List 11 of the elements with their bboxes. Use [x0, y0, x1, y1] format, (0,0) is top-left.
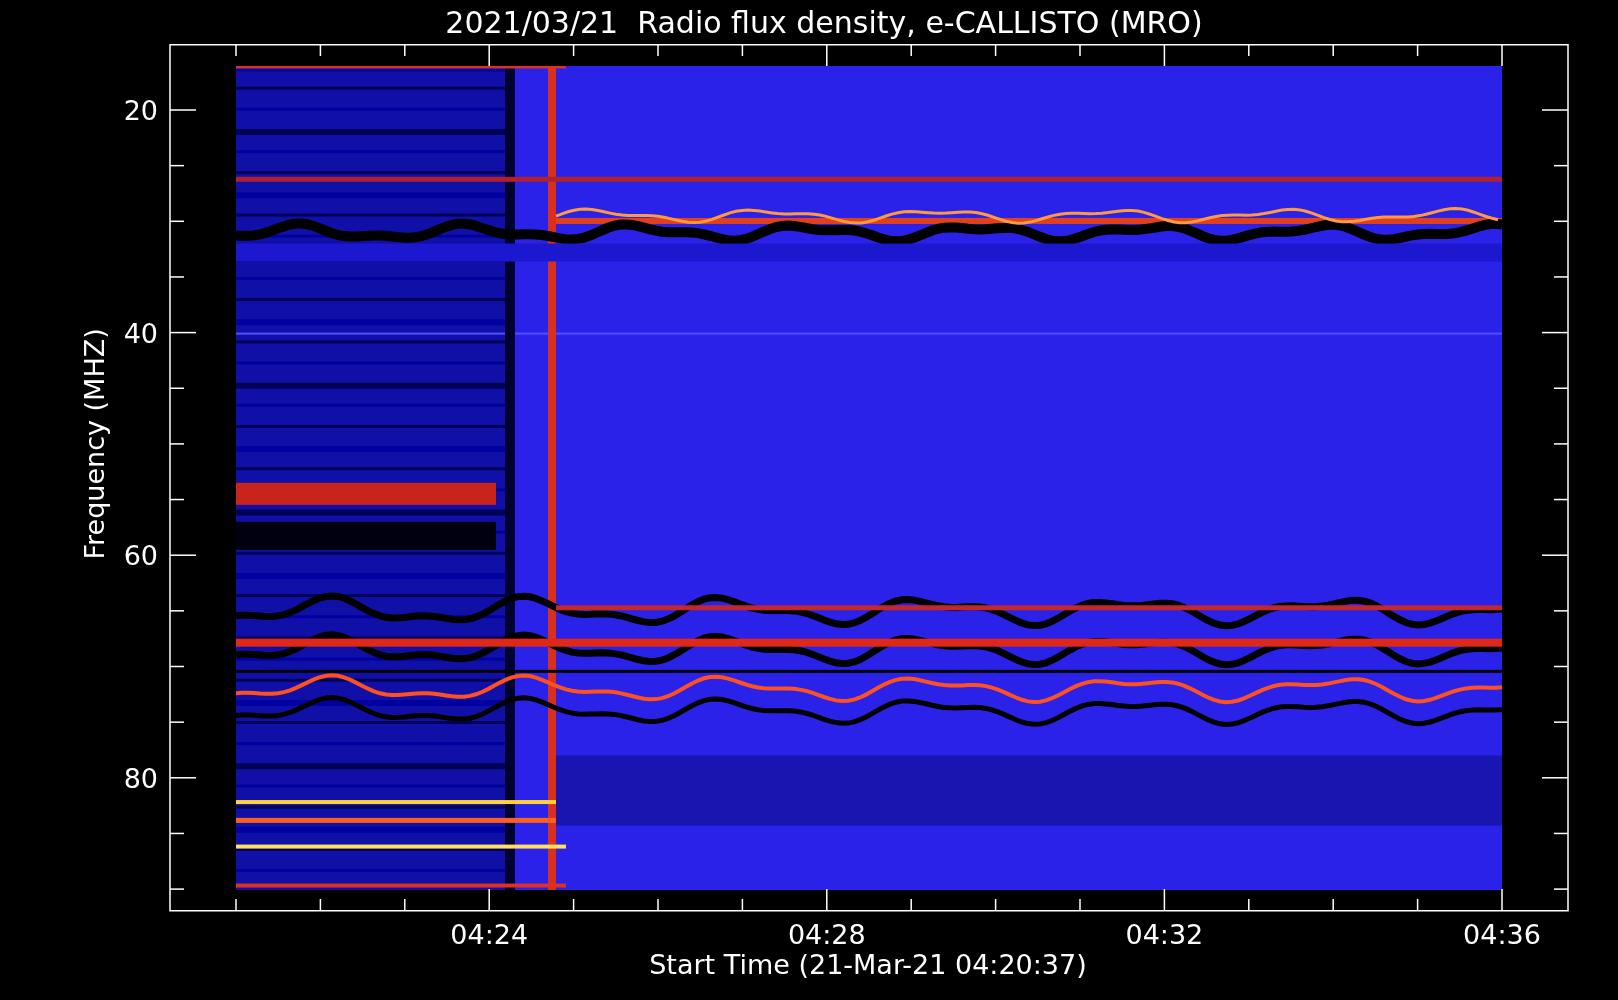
x-axis-title: Start Time (21-Mar-21 04:20:37) — [649, 949, 1087, 980]
x-tick-label: 04:36 — [1463, 919, 1541, 950]
y-tick-label: 80 — [123, 762, 158, 794]
y-axis-title: Frequency (MHZ) — [79, 328, 110, 560]
x-tick-label: 04:32 — [1125, 919, 1204, 950]
y-tick-label: 40 — [123, 317, 158, 349]
x-tick-label: 04:24 — [450, 919, 529, 950]
chart-title: 2021/03/21 Radio flux density, e-CALLISTO (MRO) — [444, 4, 1203, 40]
y-tick-label: 60 — [123, 540, 158, 572]
y-tick-label: 20 — [123, 95, 158, 126]
x-tick-label: 04:28 — [787, 919, 866, 950]
